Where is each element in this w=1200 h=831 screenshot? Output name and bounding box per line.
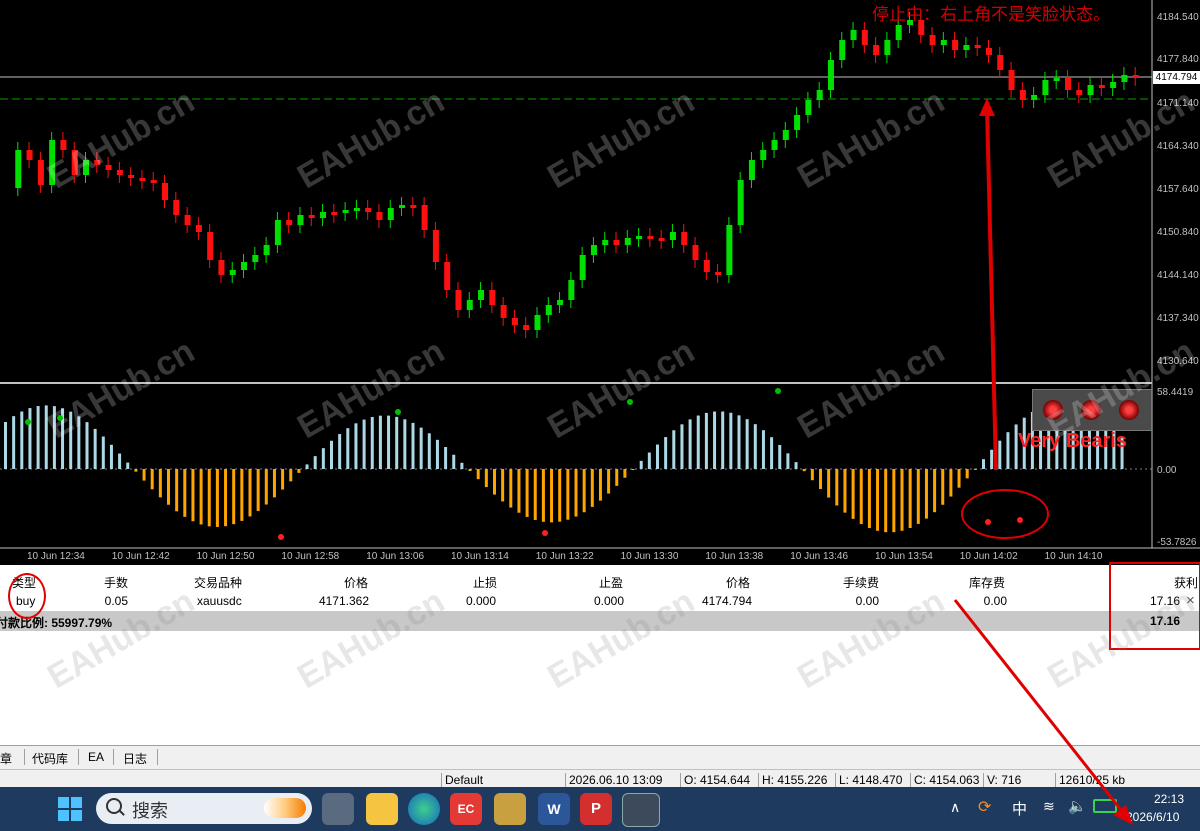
annotation-arrow [953, 599, 1133, 825]
